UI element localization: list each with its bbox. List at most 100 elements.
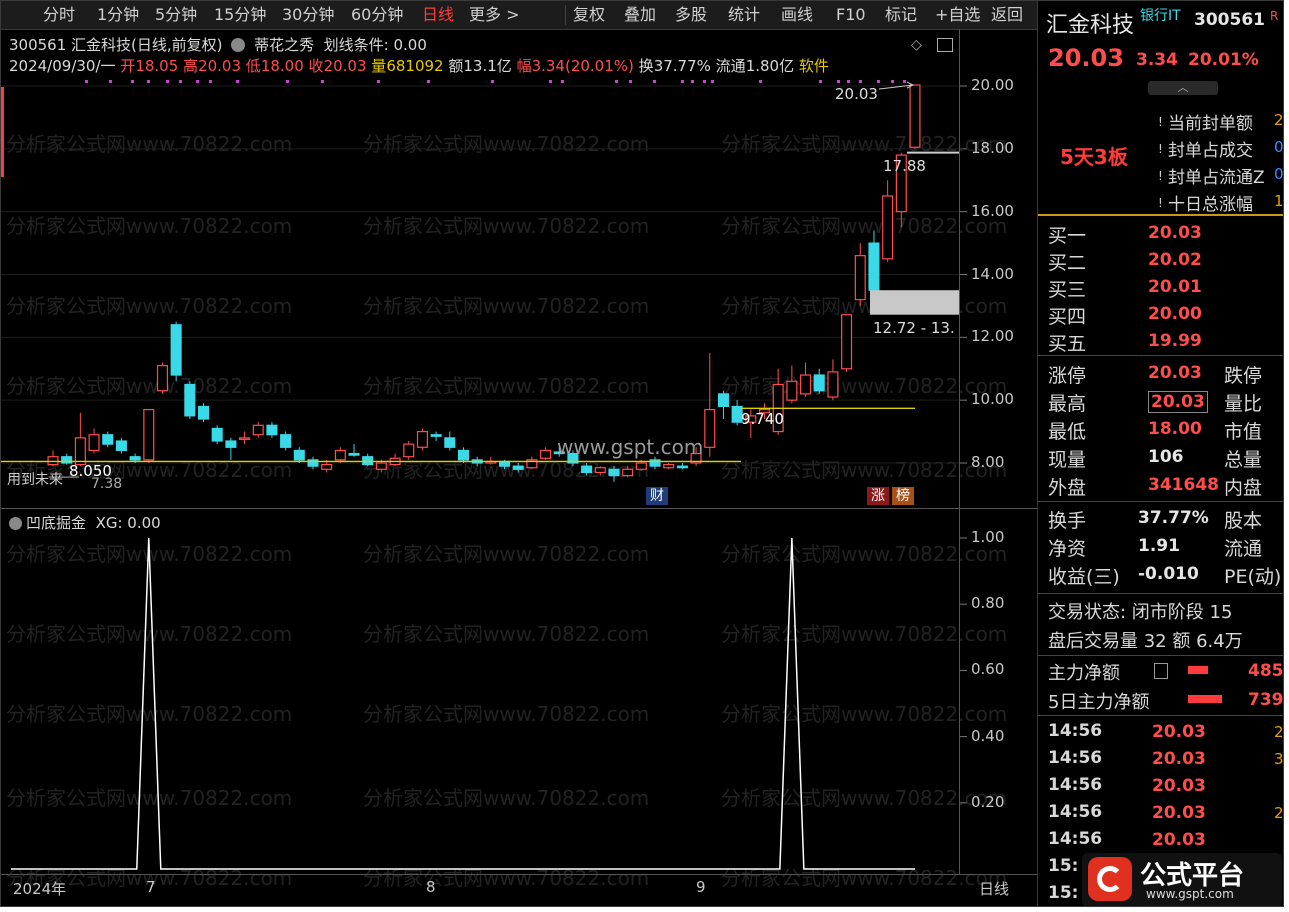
bid-price[interactable]: 20.02 <box>1148 250 1202 270</box>
candle-body[interactable] <box>348 452 360 456</box>
indicator-title[interactable]: 凹底掘金 <box>26 514 86 532</box>
candle-body[interactable] <box>266 424 278 436</box>
list-icon[interactable] <box>1154 663 1168 679</box>
bid-price[interactable]: 20.00 <box>1148 304 1202 324</box>
signal-dot <box>653 80 656 83</box>
tick-price: 20.03 <box>1152 830 1206 850</box>
signal-dot <box>891 80 894 83</box>
brand-logo: 公式平台 www.gspt.com <box>1082 853 1282 906</box>
price-range-box <box>870 290 959 315</box>
candle-body[interactable] <box>498 460 511 467</box>
candle-body[interactable] <box>540 449 552 459</box>
candle-body[interactable] <box>225 440 237 448</box>
candle-body[interactable] <box>813 374 825 392</box>
candle-body[interactable] <box>717 393 729 408</box>
candle-body[interactable] <box>184 383 196 417</box>
candle-body[interactable] <box>635 462 647 470</box>
signal-dot <box>109 80 112 83</box>
candle-body[interactable] <box>362 456 374 466</box>
dragon-list-badge[interactable]: 榜 <box>892 487 914 505</box>
candle-body[interactable] <box>47 456 59 466</box>
candle-body[interactable] <box>622 468 634 477</box>
candle-body[interactable] <box>102 434 114 445</box>
tick-time: 15: <box>1048 856 1079 876</box>
limit-up-badge[interactable]: 涨 <box>867 487 889 505</box>
candle-body[interactable] <box>786 380 798 401</box>
watermark-text: 分析家公式网www.70822.com <box>6 214 292 238</box>
candle-body[interactable] <box>115 440 127 452</box>
candle-body[interactable] <box>252 424 264 436</box>
stat-label-2: 内盘 <box>1224 477 1263 499</box>
box-range-label: 12.72 - 13. <box>873 319 955 337</box>
collapse-chevron-icon[interactable]: ︿ <box>1148 81 1218 95</box>
stat-label: 最高 <box>1048 393 1087 415</box>
watermark-text: 分析家公式网www.70822.com <box>721 132 1007 156</box>
signal-dot <box>209 80 212 83</box>
candle-body[interactable] <box>239 437 251 440</box>
candle-body[interactable] <box>88 434 100 452</box>
candle-body[interactable] <box>211 427 223 442</box>
signal-dot <box>196 80 199 83</box>
candle-body[interactable] <box>594 467 606 474</box>
axis-divider <box>959 29 960 874</box>
x-tick-sep: 9 <box>696 878 706 896</box>
watermark-text: 分析家公式网www.70822.com <box>721 786 1007 810</box>
candle-body[interactable] <box>800 374 812 395</box>
fin-value: 37.77% <box>1138 508 1209 528</box>
candle-body[interactable] <box>334 449 346 461</box>
signal-dot <box>691 80 694 83</box>
bid-price[interactable]: 19.99 <box>1148 331 1202 351</box>
candle-body[interactable] <box>608 468 620 477</box>
candle-body[interactable] <box>197 405 210 420</box>
candle-body[interactable] <box>444 437 456 448</box>
candle-body[interactable] <box>882 195 894 260</box>
ind-y-tick-label: 0.80 <box>971 594 1005 613</box>
candle-body[interactable] <box>841 314 853 370</box>
stat-value: 341648 <box>1148 475 1219 495</box>
candle-body[interactable] <box>663 463 675 469</box>
candle-body[interactable] <box>430 434 442 437</box>
candle-body[interactable] <box>375 462 387 470</box>
candle-body[interactable] <box>512 465 524 470</box>
main-net-5d-label: 5日主力净额 <box>1048 692 1150 713</box>
y-tick-label: 16.00 <box>971 201 1014 220</box>
candle-body[interactable] <box>416 430 428 448</box>
indicator-settings-icon[interactable] <box>9 517 22 530</box>
candle-body[interactable] <box>704 408 716 448</box>
main-net-bar <box>1188 666 1208 674</box>
industry-tag[interactable]: 银行IT <box>1140 5 1181 25</box>
candle-body[interactable] <box>457 449 470 461</box>
last-price: 20.03 <box>1048 44 1124 72</box>
stock-name: 汇金科技 <box>1046 13 1135 38</box>
kline-chart[interactable]: 分析家公式网www.70822.com 分析家公式网www.70822.com 分析… <box>1 1 1037 907</box>
candle-body[interactable] <box>827 371 839 398</box>
candle-body[interactable] <box>403 443 415 458</box>
watermark-text: 分析家公式网www.70822.com <box>721 458 1007 482</box>
candle-body[interactable] <box>854 255 866 301</box>
candle-body[interactable] <box>129 456 141 461</box>
stock-code: 300561 <box>1194 10 1265 30</box>
signal-dot <box>147 80 150 83</box>
candle-body[interactable] <box>280 434 292 448</box>
candle-body[interactable] <box>676 465 688 469</box>
candle-body[interactable] <box>170 324 182 376</box>
candle-body[interactable] <box>293 449 305 461</box>
candle-body[interactable] <box>868 242 880 291</box>
signal-dot <box>759 80 762 83</box>
bid-price[interactable]: 20.03 <box>1148 223 1202 243</box>
candle-body[interactable] <box>909 84 921 148</box>
bid-price[interactable]: 20.01 <box>1148 277 1202 297</box>
pin-icon: ! <box>1158 169 1163 183</box>
candle-body[interactable] <box>143 408 155 461</box>
candle-body[interactable] <box>581 465 593 474</box>
finance-badge[interactable]: 财 <box>646 487 668 505</box>
flow-divider <box>1038 655 1283 656</box>
candle-body[interactable] <box>74 437 86 466</box>
seal-label: 封单占流通Z <box>1168 168 1265 188</box>
red-edge-marker <box>1 87 4 177</box>
signal-dot <box>427 80 430 83</box>
candle-body[interactable] <box>321 463 333 470</box>
stat-label: 涨停 <box>1048 365 1087 387</box>
candle-body[interactable] <box>156 365 168 392</box>
pin-icon: ! <box>1158 196 1163 210</box>
